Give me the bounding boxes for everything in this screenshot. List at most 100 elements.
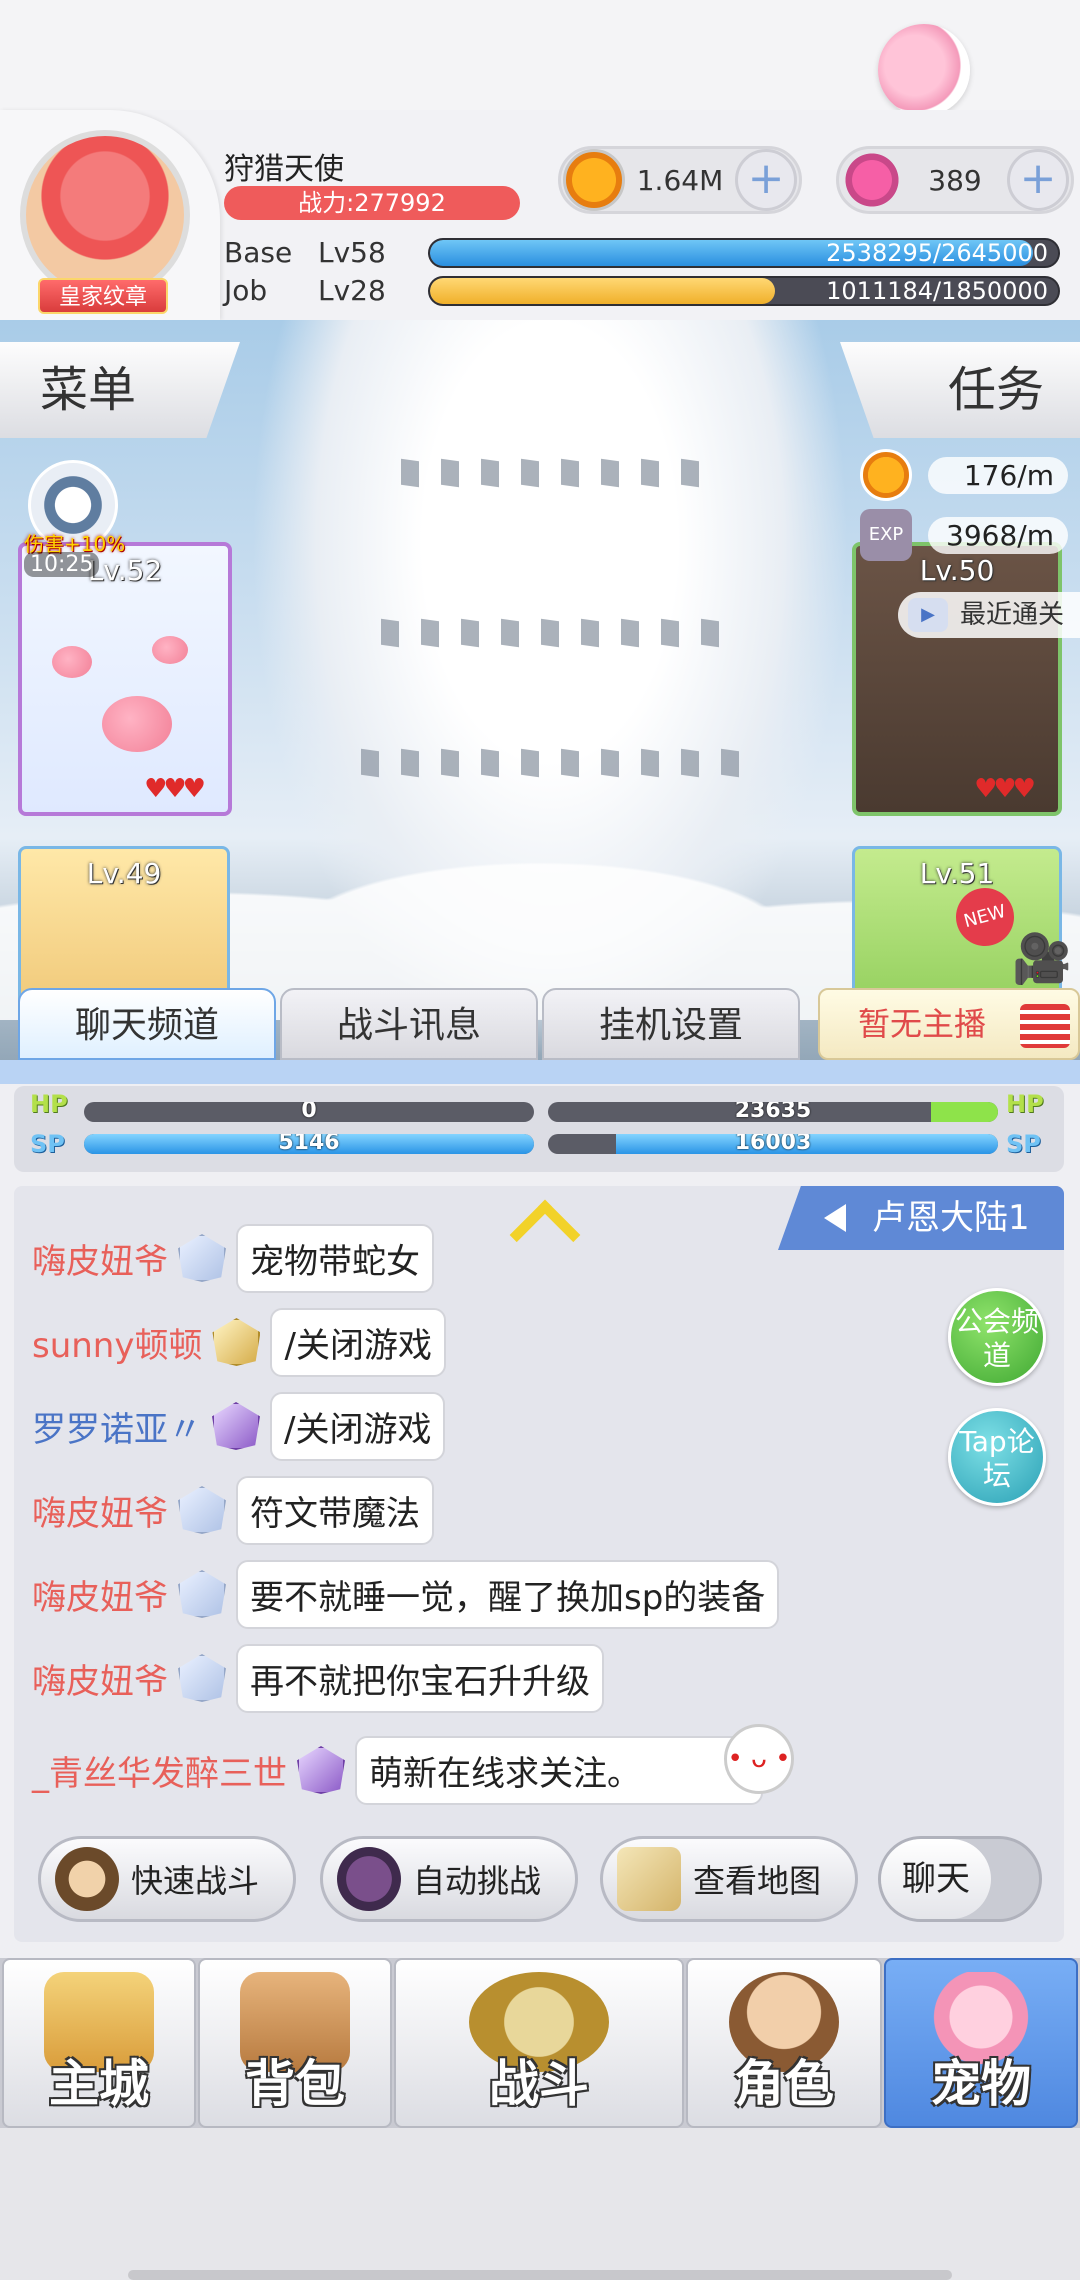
quick-battle-label: 快速战斗 (131, 1862, 260, 1900)
zeny-rate: 176/m (860, 449, 1068, 501)
buff-time: 10:25 (24, 552, 100, 577)
recent-clear-label: 最近通关 (960, 600, 1065, 630)
menu-button[interactable]: 菜单 (0, 342, 240, 438)
nav-pet[interactable]: 宠物 (884, 1958, 1078, 2128)
view-map-label: 查看地图 (693, 1862, 822, 1900)
divider (0, 1060, 1080, 1084)
chat-log[interactable]: 卢恩大陆1 公会频道 Tap论坛 嗨皮妞爷 宠物带蛇女 sunny顿顿 /关闭游… (14, 1186, 1064, 1942)
add-zeny-button[interactable]: + (735, 149, 797, 211)
nav-home-label: 主城 (49, 2055, 149, 2113)
quick-battle-button[interactable]: 快速战斗 (38, 1836, 296, 1922)
enemy-hp-value: 23635 (734, 1102, 812, 1122)
gem-counter: 389 + (836, 146, 1074, 214)
stage-hearts: ♥♥♥ (144, 774, 206, 804)
tower-windows (250, 618, 850, 648)
self-hp-bar: 0 (84, 1102, 534, 1122)
nav-bag[interactable]: 背包 (198, 1958, 392, 2128)
chat-bubble: 宠物带蛇女 (236, 1223, 434, 1293)
tower-windows (250, 458, 850, 488)
rank-badge-icon (178, 1654, 226, 1702)
avatar[interactable] (20, 130, 190, 300)
scroll-map-icon (617, 1847, 681, 1911)
gem-value: 389 (928, 163, 982, 197)
enemy-hp-tag: HP (1006, 1090, 1044, 1118)
chat-sender[interactable]: _青丝华发醉三世 (32, 1746, 287, 1795)
exp-icon: EXP (860, 509, 912, 561)
poring-icon (102, 696, 172, 752)
nav-bag-label: 背包 (245, 2055, 345, 2113)
chat-tab-bar: 聊天频道 战斗讯息 挂机设置 暂无主播 (0, 988, 1080, 1060)
tab-idle-settings[interactable]: 挂机设置 (542, 988, 800, 1060)
scroll-up-icon[interactable] (508, 1202, 576, 1238)
combat-power: 战力:277992 (224, 186, 520, 220)
nav-battle[interactable]: 战斗 (394, 1958, 684, 2128)
player-name: 狩猎天使 (224, 152, 344, 187)
zeny-rate-value: 176/m (928, 456, 1068, 494)
poring-float-icon[interactable] (878, 24, 970, 116)
stage-hearts: ♥♥♥ (974, 774, 1036, 804)
anchor-status-button[interactable]: 暂无主播 (818, 988, 1080, 1060)
emoji-icon: • ᴗ • (724, 1724, 794, 1794)
stage-card-lv50[interactable]: Lv.50 ♥♥♥ (852, 542, 1062, 816)
guild-channel-button[interactable]: 公会频道 (948, 1288, 1046, 1386)
chat-sender[interactable]: 嗨皮妞爷 (32, 1654, 168, 1703)
chat-message: sunny顿顿 /关闭游戏 (32, 1307, 446, 1377)
exp-rate: EXP 3968/m (860, 509, 1068, 561)
view-map-button[interactable]: 查看地图 (600, 1836, 858, 1922)
chat-message: 嗨皮妞爷 宠物带蛇女 (32, 1223, 434, 1293)
nav-pet-label: 宠物 (931, 2055, 1031, 2113)
base-exp-bar: 2538295/2645000 (428, 238, 1060, 268)
chat-message: _青丝华发醉三世 萌新在线求关注。 (32, 1735, 763, 1805)
camera-icon[interactable]: 🎥 (1012, 930, 1072, 987)
auto-challenge-label: 自动挑战 (413, 1862, 542, 1900)
quest-button[interactable]: 任务 (840, 342, 1080, 438)
zeny-value: 1.64M (636, 163, 724, 197)
recent-clear-button[interactable]: ▶ 最近通关 (898, 592, 1080, 638)
exp-rate-value: 3968/m (928, 516, 1068, 554)
chat-toggle-label: 聊天 (881, 1839, 991, 1919)
chat-sender[interactable]: sunny顿顿 (32, 1318, 202, 1367)
avatar-frame: 皇家纹章 (0, 110, 220, 320)
tab-chat-channel[interactable]: 聊天频道 (18, 988, 276, 1060)
job-exp-text: 1011184/1850000 (826, 277, 1048, 305)
chat-message: 罗罗诺亚〃 /关闭游戏 (32, 1391, 446, 1461)
nav-role[interactable]: 角色 (686, 1958, 882, 2128)
zeny-counter: 1.64M + (558, 146, 802, 214)
player-header: 皇家纹章 狩猎天使 战力:277992 1.64M + 389 + Base L… (0, 110, 1080, 320)
job-exp-fill (430, 278, 776, 304)
self-sp-bar: 5146 (84, 1134, 534, 1154)
rank-badge-icon (212, 1402, 260, 1450)
base-level: Lv58 (318, 236, 386, 269)
chat-toggle[interactable]: 聊天 (878, 1836, 1042, 1922)
chat-sender[interactable]: 嗨皮妞爷 (32, 1234, 168, 1283)
nav-battle-label: 战斗 (489, 2055, 589, 2113)
chat-sender[interactable]: 嗨皮妞爷 (32, 1486, 168, 1535)
bottom-nav: 主城 背包 战斗 角色 宠物 (0, 1958, 1080, 2128)
chat-bubble: 萌新在线求关注。 (355, 1735, 763, 1805)
bottom-blank-area (0, 2128, 1080, 2280)
rank-badge-icon (178, 1570, 226, 1618)
battle-scene: 菜单 任务 Lv.52 ♥♥♥ Lv.50 ♥♥♥ Lv.49 Lv.51 伤害… (0, 320, 1080, 1060)
chat-sender[interactable]: 罗罗诺亚〃 (32, 1402, 202, 1451)
nav-role-label: 角色 (734, 2055, 834, 2113)
monster-icon (337, 1847, 401, 1911)
status-bar-area (0, 0, 1080, 116)
poring-icon (152, 636, 188, 664)
chat-sender[interactable]: 嗨皮妞爷 (32, 1570, 168, 1619)
self-sp-tag: SP (30, 1130, 65, 1158)
stage-card-lv52[interactable]: Lv.52 ♥♥♥ (18, 542, 232, 816)
base-label: Base (224, 236, 293, 269)
avatar-badge: 皇家纹章 (38, 278, 168, 314)
home-indicator[interactable] (128, 2270, 952, 2280)
auto-challenge-button[interactable]: 自动挑战 (320, 1836, 578, 1922)
add-gem-button[interactable]: + (1007, 149, 1069, 211)
chat-message: 嗨皮妞爷 要不就睡一觉，醒了换加sp的装备 (32, 1559, 780, 1629)
chat-bubble: /关闭游戏 (270, 1391, 446, 1461)
tap-forum-button[interactable]: Tap论坛 (948, 1408, 1046, 1506)
region-banner[interactable]: 卢恩大陆1 (778, 1186, 1064, 1250)
chat-message: 嗨皮妞爷 符文带魔法 (32, 1475, 434, 1545)
live-icon (1020, 1004, 1070, 1048)
chat-bubble: /关闭游戏 (270, 1307, 446, 1377)
nav-home[interactable]: 主城 (2, 1958, 196, 2128)
tab-battle-info[interactable]: 战斗讯息 (280, 988, 538, 1060)
